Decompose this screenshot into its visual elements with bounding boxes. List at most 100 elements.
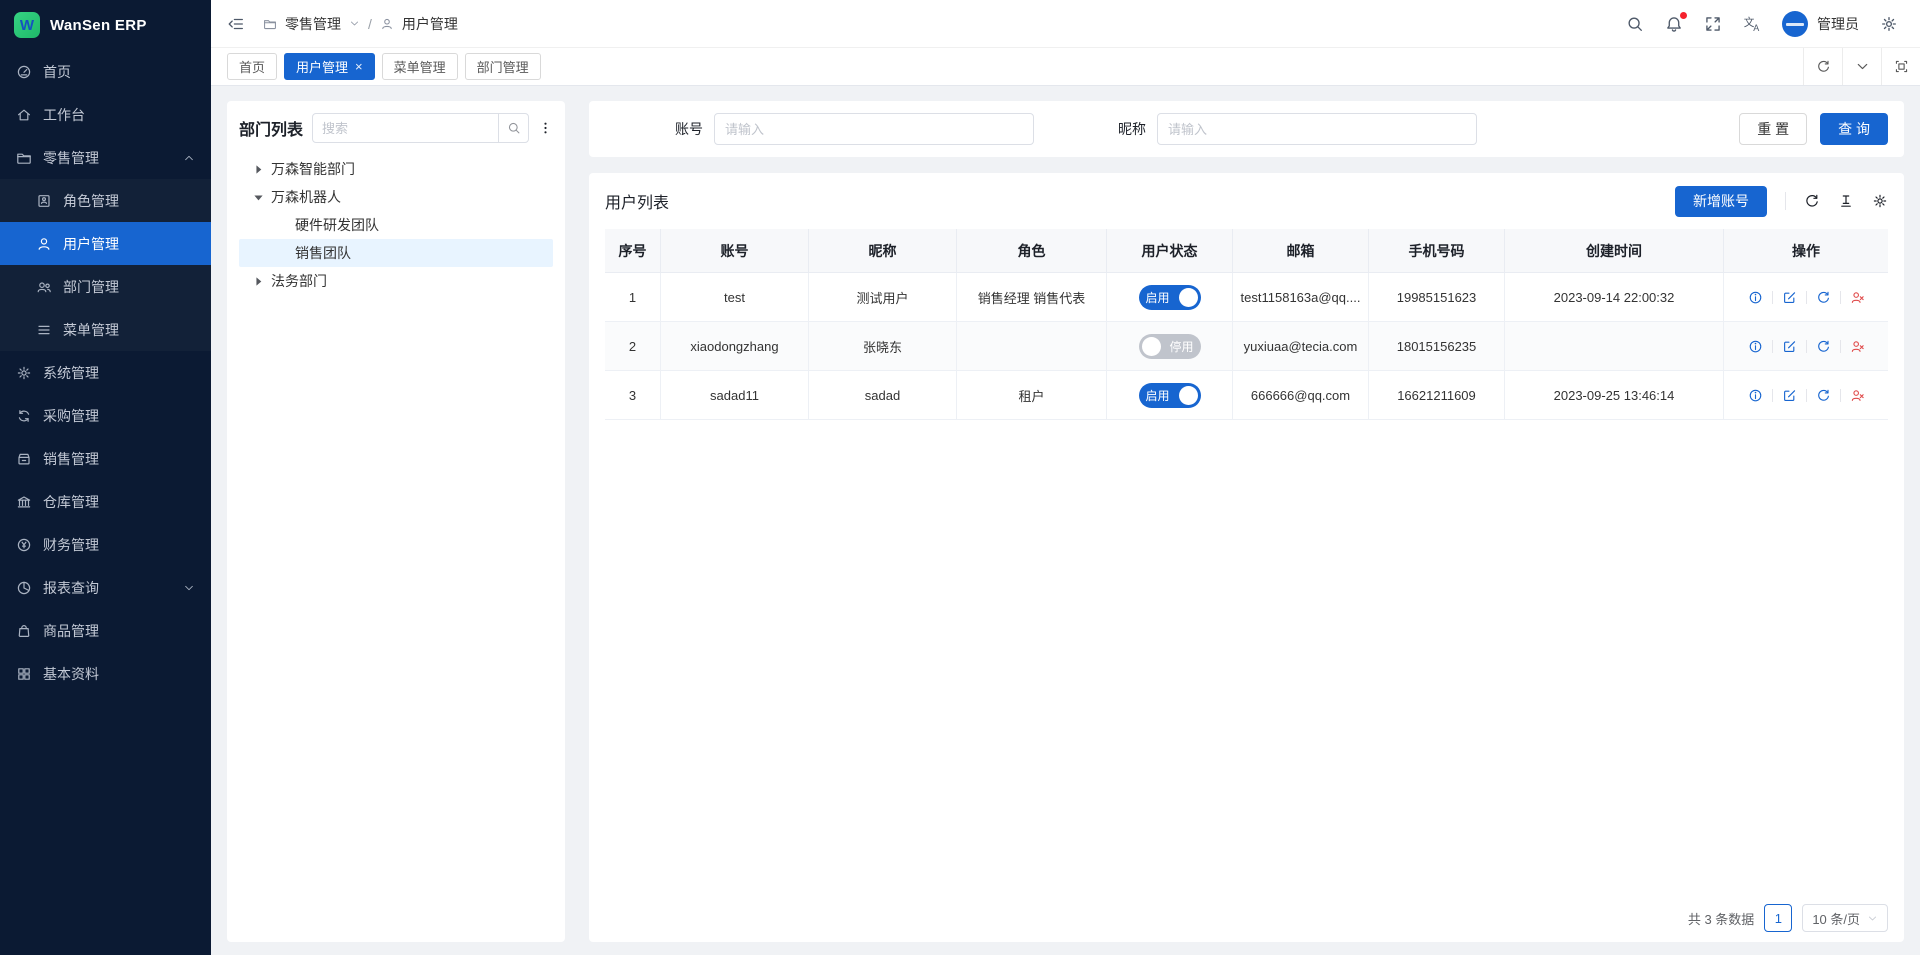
settings-gear-icon[interactable] [1880, 15, 1898, 33]
cell-status: 启用 [1107, 273, 1233, 321]
logo-icon: W [14, 12, 40, 38]
account-input[interactable] [714, 113, 1034, 145]
refresh-tabs-button[interactable] [1803, 48, 1842, 85]
cell-phone: 18015156235 [1369, 322, 1505, 370]
column-settings-icon[interactable] [1872, 193, 1888, 209]
filter-card: 账号 昵称 重 置 查 询 [589, 101, 1904, 157]
tab-0[interactable]: 首页 [227, 53, 277, 80]
sidebar-item-label: 采购管理 [43, 406, 99, 426]
sidebar-item-report[interactable]: 报表查询 [0, 566, 211, 609]
sidebar-item-label: 销售管理 [43, 449, 99, 469]
dept-search-button[interactable] [498, 114, 528, 142]
column-header: 角色 [957, 229, 1107, 272]
row-edit-icon[interactable] [1782, 388, 1797, 403]
cell-status: 停用 [1107, 322, 1233, 370]
table-body: 1test测试用户销售经理 销售代表启用test1158163a@qq....1… [605, 273, 1888, 894]
nickname-input[interactable] [1157, 113, 1477, 145]
page-size-value: 10 条/页 [1812, 909, 1860, 928]
tabs-dropdown-button[interactable] [1842, 48, 1881, 85]
finance-icon [16, 537, 32, 553]
tree-item[interactable]: 销售团队 [239, 239, 553, 267]
sidebar-item-user[interactable]: 用户管理 [0, 222, 211, 265]
row-detail-icon[interactable] [1748, 290, 1763, 305]
sidebar-item-finance[interactable]: 财务管理 [0, 523, 211, 566]
tab-2[interactable]: 菜单管理 [382, 53, 458, 80]
notification-bell-icon[interactable] [1665, 15, 1683, 33]
sidebar-item-role[interactable]: 角色管理 [0, 179, 211, 222]
cell-index: 2 [605, 322, 661, 370]
search-button[interactable]: 查 询 [1820, 113, 1888, 145]
status-toggle[interactable]: 启用 [1139, 383, 1201, 408]
cell-roles: 租户 [957, 371, 1107, 419]
cell-nickname: 测试用户 [809, 273, 957, 321]
row-delete-user-icon[interactable] [1850, 388, 1865, 403]
row-delete-user-icon[interactable] [1850, 290, 1865, 305]
chevron-down-icon[interactable] [349, 18, 360, 29]
row-reset-icon[interactable] [1816, 290, 1831, 305]
tabbar: 首页用户管理× 菜单管理部门管理 [211, 48, 1920, 86]
tree-item[interactable]: 法务部门 [239, 267, 553, 295]
row-height-icon[interactable] [1838, 193, 1854, 209]
row-edit-icon[interactable] [1782, 290, 1797, 305]
maximize-button[interactable] [1881, 48, 1920, 85]
tree-item[interactable]: 万森机器人 [239, 183, 553, 211]
row-edit-icon[interactable] [1782, 339, 1797, 354]
refresh-icon[interactable] [1804, 193, 1820, 209]
cell-roles [957, 322, 1107, 370]
sidebar-item-purchase[interactable]: 采购管理 [0, 394, 211, 437]
tree-item[interactable]: 硬件研发团队 [239, 211, 553, 239]
cell-phone: 19985151623 [1369, 273, 1505, 321]
folder-icon [16, 150, 32, 166]
fullscreen-icon[interactable] [1704, 15, 1722, 33]
avatar[interactable] [1782, 11, 1808, 37]
tabbar-tools [1803, 48, 1920, 85]
page-size-select[interactable]: 10 条/页 [1802, 904, 1888, 932]
sidebar-item-workbench[interactable]: 工作台 [0, 93, 211, 136]
workbench-icon [16, 107, 32, 123]
collapse-sidebar-icon[interactable] [227, 15, 245, 33]
row-detail-icon[interactable] [1748, 388, 1763, 403]
tab-1[interactable]: 用户管理× [284, 53, 375, 80]
close-icon[interactable]: × [355, 60, 363, 73]
breadcrumb-parent[interactable]: 零售管理 [285, 14, 341, 34]
breadcrumb-separator: / [368, 16, 372, 32]
tree-item-label: 硬件研发团队 [295, 215, 379, 235]
sidebar-item-goods[interactable]: 商品管理 [0, 609, 211, 652]
sidebar-item-system[interactable]: 系统管理 [0, 351, 211, 394]
sidebar-item-basic[interactable]: 基本资料 [0, 652, 211, 695]
sidebar-item-retail[interactable]: 零售管理 [0, 136, 211, 179]
reset-button[interactable]: 重 置 [1739, 113, 1807, 145]
user-icon [36, 236, 52, 252]
role-icon [36, 193, 52, 209]
dept-more-icon[interactable] [538, 120, 553, 136]
translate-icon[interactable]: 文A [1743, 15, 1761, 33]
sidebar-item-dept[interactable]: 部门管理 [0, 265, 211, 308]
caret-down-icon[interactable] [251, 190, 266, 205]
caret-right-icon[interactable] [251, 274, 266, 289]
sidebar-item-menu[interactable]: 菜单管理 [0, 308, 211, 351]
tab-label: 首页 [239, 57, 265, 76]
gear-icon [16, 365, 32, 381]
tree-item[interactable]: 万森智能部门 [239, 155, 553, 183]
row-reset-icon[interactable] [1816, 388, 1831, 403]
row-delete-user-icon[interactable] [1850, 339, 1865, 354]
tab-3[interactable]: 部门管理 [465, 53, 541, 80]
search-icon[interactable] [1626, 15, 1644, 33]
row-detail-icon[interactable] [1748, 339, 1763, 354]
row-reset-icon[interactable] [1816, 339, 1831, 354]
status-toggle[interactable]: 停用 [1139, 334, 1201, 359]
add-account-button[interactable]: 新增账号 [1675, 186, 1767, 217]
card-tools: 新增账号 [1675, 186, 1888, 217]
user-menu[interactable]: 管理员 [1782, 11, 1859, 37]
goods-icon [16, 623, 32, 639]
caret-right-icon[interactable] [251, 162, 266, 177]
sidebar-item-home[interactable]: 首页 [0, 50, 211, 93]
notification-dot [1680, 12, 1687, 19]
sidebar-item-warehouse[interactable]: 仓库管理 [0, 480, 211, 523]
pie-icon [16, 580, 32, 596]
sidebar-item-sales[interactable]: 销售管理 [0, 437, 211, 480]
page-button-1[interactable]: 1 [1764, 904, 1792, 932]
dept-search-input[interactable] [313, 121, 498, 136]
status-toggle[interactable]: 启用 [1139, 285, 1201, 310]
breadcrumb: 零售管理 / 用户管理 [227, 14, 458, 34]
